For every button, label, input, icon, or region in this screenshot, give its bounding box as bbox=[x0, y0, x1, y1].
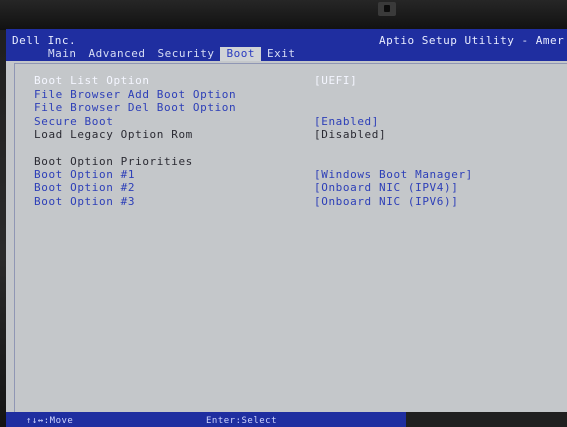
vendor-name: Dell Inc. bbox=[12, 34, 77, 47]
webcam-icon bbox=[378, 2, 396, 16]
file-browser-add-boot-option[interactable]: File Browser Add Boot Option bbox=[34, 88, 236, 101]
load-legacy-option-rom-label: Load Legacy Option Rom bbox=[34, 128, 193, 141]
bezel-bottom bbox=[406, 412, 567, 427]
title-bar: Dell Inc. Aptio Setup Utility - Amer Mai… bbox=[6, 29, 567, 61]
load-legacy-option-rom-value: [Disabled] bbox=[314, 128, 387, 141]
boot-option-1-label[interactable]: Boot Option #1 bbox=[34, 168, 135, 181]
bios-screen: Dell Inc. Aptio Setup Utility - Amer Mai… bbox=[6, 29, 567, 421]
utility-title: Aptio Setup Utility - Amer bbox=[379, 34, 565, 47]
photo-frame: Dell Inc. Aptio Setup Utility - Amer Mai… bbox=[0, 0, 567, 427]
boot-list-option-label[interactable]: Boot List Option bbox=[34, 74, 150, 87]
boot-option-priorities-heading: Boot Option Priorities bbox=[34, 155, 193, 168]
boot-option-2-value[interactable]: [Onboard NIC (IPV4)] bbox=[314, 181, 458, 194]
boot-list-option-value[interactable]: [UEFI] bbox=[314, 74, 357, 87]
tab-boot[interactable]: Boot bbox=[220, 47, 261, 61]
move-hint: ↑↓↔:Move bbox=[26, 416, 74, 426]
boot-option-3-label[interactable]: Boot Option #3 bbox=[34, 195, 135, 208]
boot-option-2-label[interactable]: Boot Option #2 bbox=[34, 181, 135, 194]
monitor-bezel bbox=[0, 0, 567, 30]
tab-security[interactable]: Security bbox=[151, 47, 220, 61]
secure-boot-label[interactable]: Secure Boot bbox=[34, 115, 113, 128]
tab-bar: Main Advanced Security Boot Exit bbox=[42, 47, 301, 61]
tab-main[interactable]: Main bbox=[42, 47, 83, 61]
boot-option-3-value[interactable]: [Onboard NIC (IPV6)] bbox=[314, 195, 458, 208]
tab-exit[interactable]: Exit bbox=[261, 47, 302, 61]
file-browser-del-boot-option[interactable]: File Browser Del Boot Option bbox=[34, 101, 236, 114]
boot-option-1-value[interactable]: [Windows Boot Manager] bbox=[314, 168, 473, 181]
secure-boot-value[interactable]: [Enabled] bbox=[314, 115, 379, 128]
help-bar: ↑↓↔:Move Enter:Select bbox=[6, 412, 406, 427]
tab-advanced[interactable]: Advanced bbox=[83, 47, 152, 61]
select-hint: Enter:Select bbox=[206, 416, 278, 426]
